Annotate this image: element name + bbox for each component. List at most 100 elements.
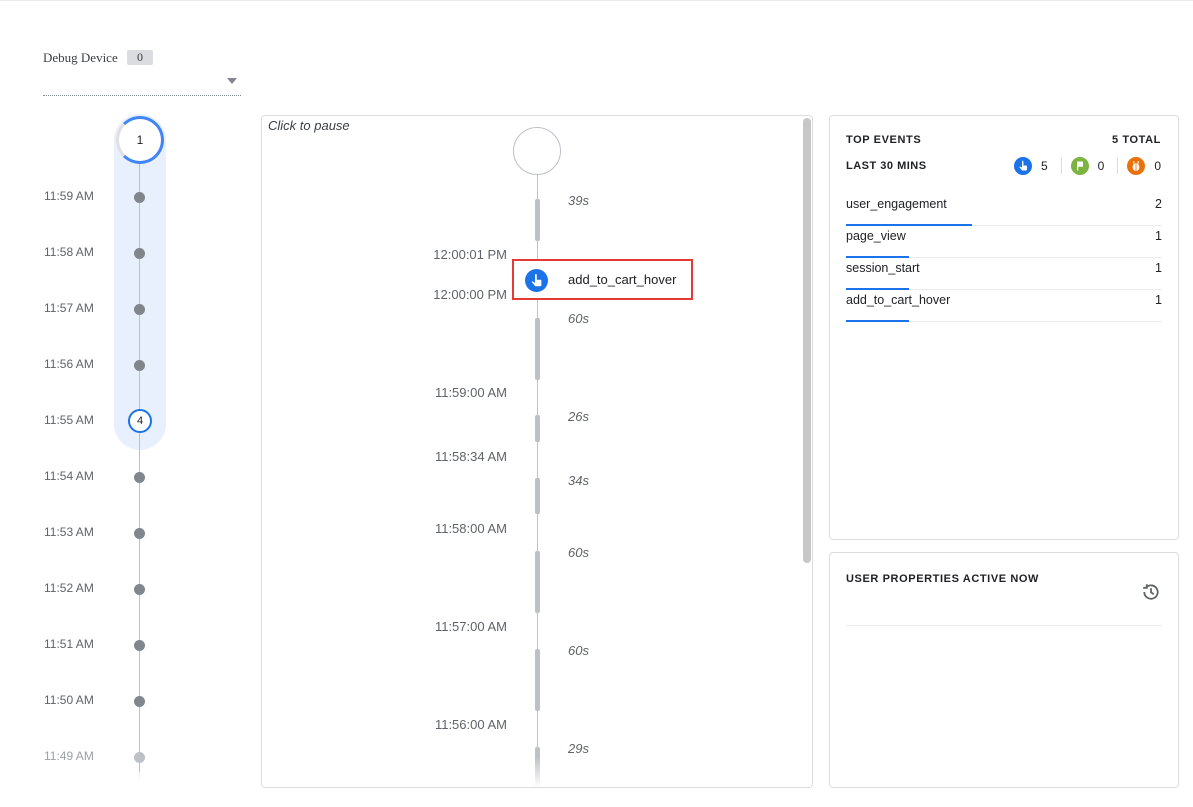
history-icon[interactable] bbox=[1141, 582, 1161, 602]
list-item[interactable]: page_view 1 bbox=[846, 226, 1162, 258]
minute-dot bbox=[134, 304, 145, 315]
debug-device-dropdown[interactable] bbox=[43, 71, 241, 96]
minute-row[interactable]: 11:52 AM bbox=[30, 579, 230, 599]
minutes-current-count[interactable]: 1 bbox=[116, 116, 164, 164]
user-properties-divider bbox=[846, 625, 1162, 626]
stream-gap-label: 34s bbox=[568, 473, 589, 488]
error-count: 0 bbox=[1127, 157, 1161, 175]
minute-time: 11:52 AM bbox=[44, 581, 94, 595]
minute-row[interactable]: 11:58 AM bbox=[30, 243, 230, 263]
bug-icon bbox=[1127, 157, 1146, 175]
top-events-panel: TOP EVENTS 5 TOTAL LAST 30 MINS 5 0 0 us… bbox=[829, 115, 1179, 540]
event-count: 1 bbox=[1155, 261, 1162, 275]
stream-fade bbox=[262, 757, 812, 787]
debug-device-count: 0 bbox=[127, 50, 153, 65]
minute-dot bbox=[134, 640, 145, 651]
minute-row[interactable]: 11:54 AM bbox=[30, 467, 230, 487]
minute-dot bbox=[134, 192, 145, 203]
touch-count: 5 bbox=[1013, 157, 1048, 175]
event-type-counts: 5 0 0 bbox=[1013, 156, 1161, 176]
minute-row[interactable]: 11:51 AM bbox=[30, 635, 230, 655]
event-count: 1 bbox=[1155, 229, 1162, 243]
event-name[interactable]: add_to_cart_hover bbox=[846, 293, 950, 307]
minute-time: 11:56 AM bbox=[44, 357, 94, 371]
minute-time: 11:55 AM bbox=[44, 413, 94, 427]
minutes-stream: 1 11:59 AM 11:58 AM 11:57 AM 11:56 AM 11… bbox=[30, 112, 230, 807]
minute-dot bbox=[134, 472, 145, 483]
count-separator bbox=[1060, 158, 1062, 174]
user-properties-title: USER PROPERTIES ACTIVE NOW bbox=[846, 573, 1040, 585]
stream-gap-bar bbox=[535, 199, 540, 241]
touch-icon bbox=[525, 269, 548, 292]
event-name[interactable]: page_view bbox=[846, 229, 906, 243]
minute-row[interactable]: 11:49 AM bbox=[30, 747, 230, 767]
list-item[interactable]: session_start 1 bbox=[846, 258, 1162, 290]
click-to-pause-label[interactable]: Click to pause bbox=[268, 118, 350, 133]
touch-icon bbox=[1013, 157, 1032, 175]
stream-gap-label: 39s bbox=[568, 193, 589, 208]
top-events-list: user_engagement 2 page_view 1 session_st… bbox=[846, 194, 1162, 322]
list-item[interactable]: add_to_cart_hover 1 bbox=[846, 290, 1162, 322]
minute-dot bbox=[134, 584, 145, 595]
top-events-subtitle: LAST 30 MINS bbox=[846, 160, 927, 172]
top-events-total: 5 TOTAL bbox=[1111, 134, 1161, 146]
event-count: 1 bbox=[1155, 293, 1162, 307]
stream-gap-label: 29s bbox=[568, 741, 589, 756]
event-add-to-cart-hover[interactable]: add_to_cart_hover bbox=[512, 259, 693, 300]
minutes-current-count-value: 1 bbox=[136, 133, 144, 147]
stream-gap-label: 26s bbox=[568, 409, 589, 424]
top-events-title: TOP EVENTS bbox=[846, 134, 922, 146]
minutes-selection-highlight bbox=[114, 114, 166, 450]
minute-event-count-badge: 4 bbox=[128, 409, 152, 433]
event-share-bar bbox=[846, 320, 909, 322]
stream-gap-bar bbox=[535, 649, 540, 711]
minute-row[interactable]: 11:53 AM bbox=[30, 523, 230, 543]
minute-time: 11:50 AM bbox=[44, 693, 94, 707]
stream-timestamp: 11:57:00 AM bbox=[434, 619, 507, 634]
stream-gap-bar bbox=[535, 551, 540, 613]
stream-scrollbar[interactable] bbox=[803, 118, 811, 563]
minute-dot bbox=[134, 360, 145, 371]
minute-time: 11:53 AM bbox=[44, 525, 94, 539]
stream-gap-bar bbox=[535, 318, 540, 380]
stream-gap-label: 60s bbox=[568, 311, 589, 326]
minute-dot bbox=[134, 248, 145, 259]
debug-device-label: Debug Device bbox=[43, 50, 118, 65]
event-name: add_to_cart_hover bbox=[568, 272, 677, 287]
stream-timestamp: 11:58:00 AM bbox=[434, 521, 507, 536]
event-name[interactable]: session_start bbox=[846, 261, 920, 275]
stream-gap-label: 60s bbox=[568, 545, 589, 560]
minute-row[interactable]: 11:56 AM bbox=[30, 355, 230, 375]
stream-gap-label: 60s bbox=[568, 643, 589, 658]
touch-count-value: 5 bbox=[1040, 159, 1048, 173]
minute-dot bbox=[134, 696, 145, 707]
user-properties-panel: USER PROPERTIES ACTIVE NOW bbox=[829, 552, 1179, 788]
minute-time: 11:57 AM bbox=[44, 301, 94, 315]
stream-timestamp: 12:00:00 PM bbox=[433, 287, 507, 302]
flag-icon bbox=[1070, 157, 1089, 175]
minute-row[interactable]: 11:50 AM bbox=[30, 691, 230, 711]
event-count: 2 bbox=[1155, 197, 1162, 211]
minute-time: 11:59 AM bbox=[44, 189, 94, 203]
minute-row[interactable]: 11:59 AM bbox=[30, 187, 230, 207]
stream-timestamp: 11:58:34 AM bbox=[434, 449, 507, 464]
dropdown-arrow-icon bbox=[227, 78, 237, 84]
stream-gap-bar bbox=[535, 415, 540, 442]
event-name[interactable]: user_engagement bbox=[846, 197, 947, 211]
list-item[interactable]: user_engagement 2 bbox=[846, 194, 1162, 226]
stream-timestamp: 12:00:01 PM bbox=[433, 247, 507, 262]
minute-row[interactable]: 11:55 AM 4 bbox=[30, 409, 230, 433]
top-divider bbox=[0, 0, 1193, 1]
count-separator bbox=[1117, 158, 1119, 174]
minute-time: 11:58 AM bbox=[44, 245, 94, 259]
minute-dot bbox=[134, 528, 145, 539]
conversion-count: 0 bbox=[1070, 157, 1105, 175]
error-count-value: 0 bbox=[1154, 159, 1161, 173]
stream-timestamp: 11:56:00 AM bbox=[434, 717, 507, 732]
stream-timestamp: 11:59:00 AM bbox=[434, 385, 507, 400]
conversion-count-value: 0 bbox=[1097, 159, 1105, 173]
minute-row[interactable]: 11:57 AM bbox=[30, 299, 230, 319]
stream-current-marker bbox=[513, 127, 561, 175]
seconds-stream-panel[interactable]: Click to pause 39s 12:00:01 PM add_to_ca… bbox=[261, 115, 813, 788]
minute-time: 11:54 AM bbox=[44, 469, 94, 483]
